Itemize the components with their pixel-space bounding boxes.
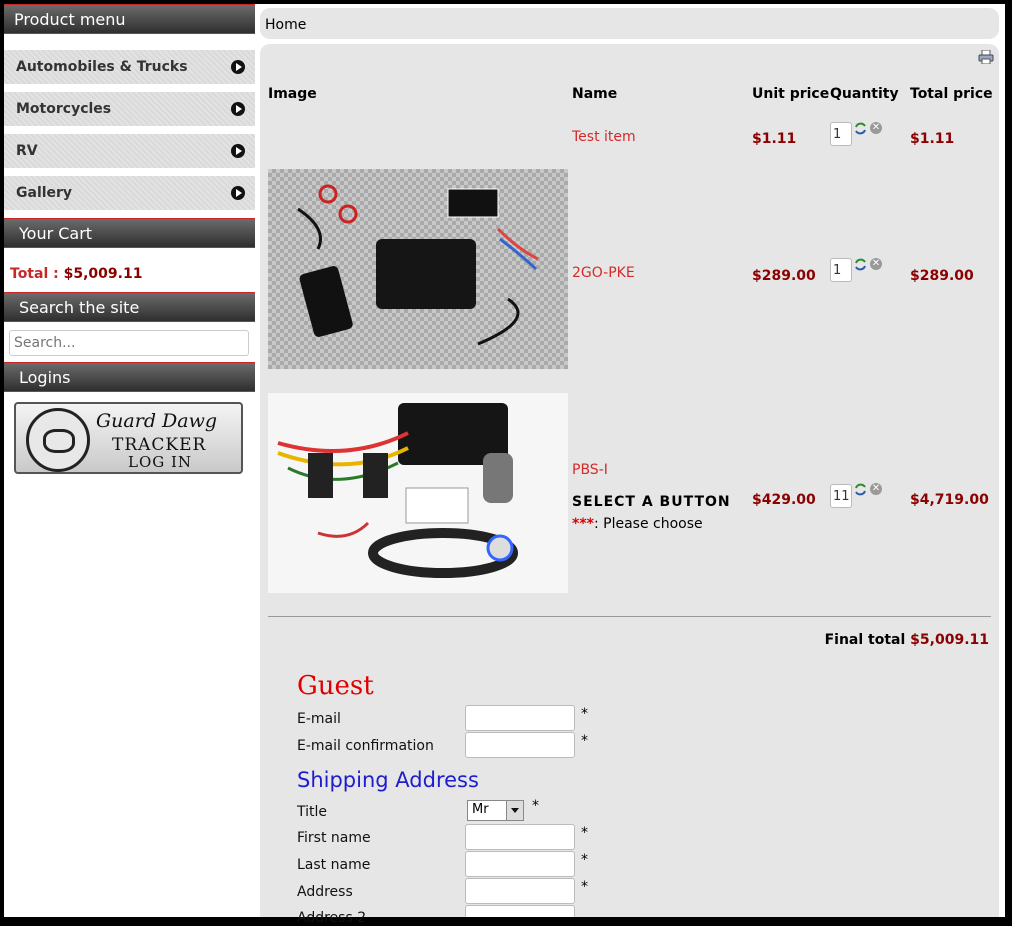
product-link-test-item[interactable]: Test item — [572, 129, 636, 145]
play-arrow-icon — [231, 60, 245, 74]
title-select[interactable]: Mr — [467, 800, 524, 821]
unit-price: $429.00 — [752, 492, 816, 508]
menu-item-motorcycles[interactable]: Motorcycles — [4, 92, 255, 126]
menu-item-label: Gallery — [16, 185, 73, 201]
address2-field[interactable] — [465, 905, 575, 917]
search-title: Search the site — [19, 298, 140, 317]
tracker-logo-text: LOG IN — [128, 453, 193, 471]
cart-total: Total : $5,009.11 — [10, 266, 142, 282]
required-marker: *** — [572, 516, 594, 532]
product-link-2go-pke[interactable]: 2GO-PKE — [572, 265, 635, 281]
sidebar: Product menu Automobiles & Trucks Motorc… — [4, 4, 255, 917]
col-header-total-price: Total price — [910, 86, 993, 102]
menu-item-gallery[interactable]: Gallery — [4, 176, 255, 210]
quantity-input[interactable] — [830, 122, 852, 146]
tracker-logo-text: Guard Dawg — [96, 410, 218, 432]
final-total-value: $5,009.11 — [910, 632, 989, 648]
quantity-input[interactable] — [830, 258, 852, 282]
menu-item-automobiles-trucks[interactable]: Automobiles & Trucks — [4, 50, 255, 84]
tracker-login-button[interactable]: Guard Dawg TRACKER LOG IN — [14, 402, 243, 474]
email-confirm-label: E-mail confirmation — [297, 738, 434, 754]
logins-title: Logins — [19, 368, 71, 387]
divider — [268, 616, 991, 617]
product-image-2go-pke[interactable] — [268, 169, 568, 369]
chevron-down-icon — [506, 801, 523, 820]
required-marker: * — [581, 825, 588, 841]
search-input[interactable] — [9, 330, 249, 356]
cart-total-value: $5,009.11 — [63, 266, 143, 282]
remove-icon[interactable]: ✕ — [870, 483, 882, 495]
menu-item-label: RV — [16, 143, 38, 159]
option-note: : Please choose — [593, 516, 703, 532]
shipping-heading: Shipping Address — [297, 768, 479, 792]
search-header: Search the site — [4, 292, 255, 322]
menu-item-rv[interactable]: RV — [4, 134, 255, 168]
required-marker: * — [581, 706, 588, 722]
play-arrow-icon — [231, 186, 245, 200]
first-name-field[interactable] — [465, 824, 575, 850]
cart-total-label: Total : — [10, 266, 59, 282]
refresh-icon[interactable] — [854, 258, 867, 271]
email-field[interactable] — [465, 705, 575, 731]
last-name-label: Last name — [297, 857, 371, 873]
cart-panel: Image Name Unit price Quantity Total pri… — [260, 44, 999, 926]
col-header-image: Image — [268, 86, 317, 102]
required-marker: * — [581, 852, 588, 868]
refresh-icon[interactable] — [854, 122, 867, 135]
address-field[interactable] — [465, 878, 575, 904]
option-title: SELECT A BUTTON — [572, 494, 731, 510]
quantity-input[interactable] — [830, 484, 852, 508]
remove-icon[interactable]: ✕ — [870, 258, 882, 270]
your-cart-title: Your Cart — [19, 224, 93, 243]
unit-price: $1.11 — [752, 131, 797, 147]
total-price: $4,719.00 — [910, 492, 989, 508]
product-menu-title: Product menu — [14, 10, 126, 29]
page: Product menu Automobiles & Trucks Motorc… — [4, 4, 1005, 926]
last-name-field[interactable] — [465, 851, 575, 877]
menu-item-label: Automobiles & Trucks — [16, 59, 188, 75]
final-total: Final total $5,009.11 — [825, 632, 989, 648]
address2-label: Address 2 — [297, 910, 367, 926]
play-arrow-icon — [231, 102, 245, 116]
first-name-label: First name — [297, 830, 371, 846]
email-confirm-field[interactable] — [465, 732, 575, 758]
breadcrumb: Home — [260, 8, 999, 39]
remove-icon[interactable]: ✕ — [870, 122, 882, 134]
product-link-pbs-i[interactable]: PBS-I — [572, 462, 608, 478]
total-price: $289.00 — [910, 268, 974, 284]
col-header-quantity: Quantity — [830, 86, 899, 102]
col-header-unit-price: Unit price — [752, 86, 830, 102]
title-label: Title — [297, 804, 328, 820]
final-total-label: Final total — [824, 632, 906, 648]
title-select-value: Mr — [472, 802, 489, 817]
product-image-pbs-i[interactable] — [268, 393, 568, 593]
guest-heading: Guest — [297, 671, 374, 701]
product-menu-header: Product menu — [4, 4, 255, 34]
total-price: $1.11 — [910, 131, 955, 147]
address-label: Address — [297, 884, 353, 900]
required-marker: * — [532, 798, 539, 814]
refresh-icon[interactable] — [854, 483, 867, 496]
unit-price: $289.00 — [752, 268, 816, 284]
printer-icon[interactable] — [978, 50, 994, 64]
email-label: E-mail — [297, 711, 341, 727]
required-marker: * — [581, 879, 588, 895]
col-header-name: Name — [572, 86, 618, 102]
play-arrow-icon — [231, 144, 245, 158]
bulldog-logo-icon — [26, 408, 90, 472]
required-marker: * — [581, 733, 588, 749]
breadcrumb-home[interactable]: Home — [265, 17, 306, 33]
your-cart-header: Your Cart — [4, 218, 255, 248]
logins-header: Logins — [4, 362, 255, 392]
menu-item-label: Motorcycles — [16, 101, 112, 117]
option-required: ***: Please choose — [572, 516, 703, 532]
tracker-logo-text: TRACKER — [112, 435, 207, 455]
